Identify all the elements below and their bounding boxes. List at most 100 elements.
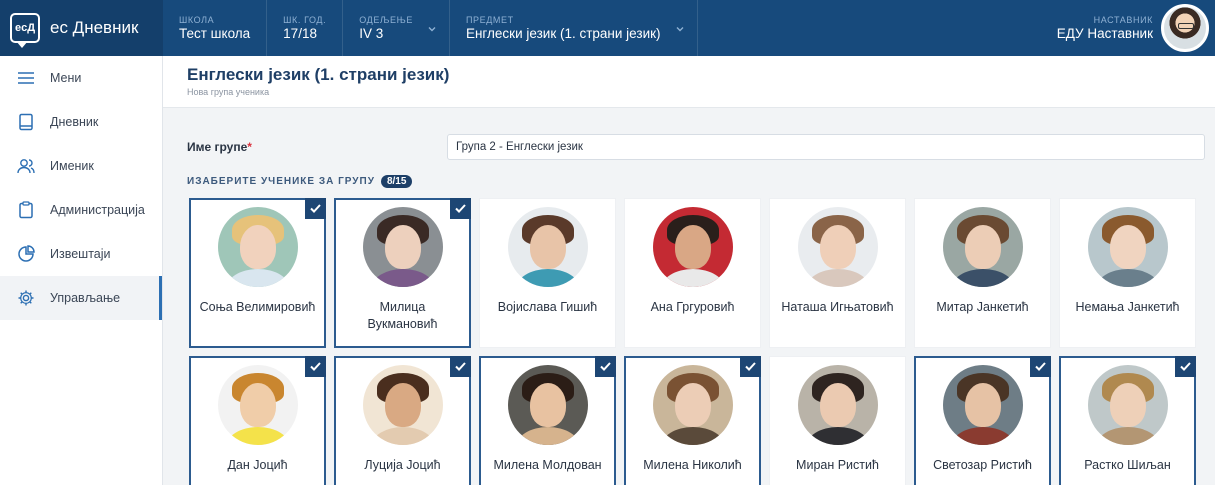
student-card[interactable]: Милена Молдован — [479, 356, 616, 485]
student-card[interactable]: Растко Шиљан — [1059, 356, 1196, 485]
photo-shoulders — [805, 427, 870, 445]
book-icon — [16, 112, 36, 132]
checkmark-icon — [450, 198, 471, 219]
app-name: ес Дневник — [50, 18, 139, 37]
student-card[interactable]: Дан Јоцић — [189, 356, 326, 485]
student-photo — [942, 207, 1023, 287]
school-year: ШК. ГОД. 17/18 — [267, 0, 344, 56]
clipboard-icon — [16, 200, 36, 220]
sidebar-item-management[interactable]: Управљање — [0, 276, 162, 320]
student-name: Немања Јанкетић — [1075, 300, 1180, 314]
subject-selector[interactable]: ПРЕДМЕТ Енглески језик (1. страни језик) — [450, 0, 698, 56]
top-bar: eсД ес Дневник ШКОЛА Тест школа ШК. ГОД.… — [0, 0, 1215, 56]
sidebar-item-reports[interactable]: Извештаји — [0, 232, 162, 276]
student-card[interactable]: Милена Николић — [624, 356, 761, 485]
sidebar-item-register[interactable]: Именик — [0, 144, 162, 188]
photo-face — [1109, 383, 1146, 427]
student-photo — [652, 207, 733, 287]
photo-face — [674, 383, 711, 427]
avatar[interactable] — [1161, 4, 1209, 52]
class-label: ОДЕЉЕЊЕ — [359, 15, 413, 25]
sidebar-item-menu[interactable]: Мени — [0, 56, 162, 100]
sidebar-item-diary[interactable]: Дневник — [0, 100, 162, 144]
student-card[interactable]: Милица Вукмановић — [334, 198, 471, 348]
student-card[interactable]: Наташа Игњатовић — [769, 198, 906, 348]
student-card[interactable]: Војислава Гишић — [479, 198, 616, 348]
photo-shoulders — [370, 427, 435, 445]
main-content: Енглески језик (1. страни језик) Нова гр… — [163, 56, 1215, 485]
student-photo — [507, 207, 588, 287]
photo-face — [964, 225, 1001, 269]
student-photo — [1087, 207, 1168, 287]
student-card[interactable]: Немања Јанкетић — [1059, 198, 1196, 348]
student-photo — [942, 365, 1023, 445]
teacher-menu[interactable]: НАСТАВНИК ЕДУ Наставник — [1057, 0, 1215, 56]
student-photo — [652, 365, 733, 445]
photo-shoulders — [950, 269, 1015, 287]
checkmark-icon — [305, 356, 326, 377]
page-header: Енглески језик (1. страни језик) Нова гр… — [163, 56, 1215, 108]
sidebar-item-label: Дневник — [50, 115, 99, 129]
selected-count-badge: 8/15 — [380, 175, 413, 188]
sidebar-item-label: Мени — [50, 71, 82, 85]
photo-face — [529, 383, 566, 427]
student-name: Луција Јоцић — [364, 458, 441, 472]
student-card[interactable]: Светозар Ристић — [914, 356, 1051, 485]
app-logo-icon: eсД — [10, 13, 40, 48]
student-card[interactable]: Ана Гргуровић — [624, 198, 761, 348]
group-name-input[interactable] — [447, 134, 1205, 160]
student-photo — [217, 365, 298, 445]
top-bar-spacer — [698, 0, 1057, 56]
gear-icon — [16, 288, 36, 308]
school-selector: ШКОЛА Тест школа — [163, 0, 268, 56]
photo-face — [384, 225, 421, 269]
student-name: Растко Шиљан — [1084, 458, 1171, 472]
sidebar-item-label: Администрација — [50, 203, 145, 217]
student-photo — [797, 365, 878, 445]
sidebar-item-label: Именик — [50, 159, 94, 173]
photo-shoulders — [370, 269, 435, 287]
student-grid: Соња Велимировић Милица Вукмановић Војисла… — [189, 198, 1196, 485]
sidebar-item-label: Управљање — [50, 291, 121, 305]
school-label: ШКОЛА — [179, 15, 215, 25]
checkmark-icon — [1175, 356, 1196, 377]
class-selector[interactable]: ОДЕЉЕЊЕ IV 3 — [343, 0, 450, 56]
photo-face — [674, 225, 711, 269]
page-subtitle: Нова група ученика — [187, 87, 270, 97]
class-value: IV 3 — [359, 26, 384, 41]
student-picker-label: ИЗАБЕРИТЕ УЧЕНИКЕ ЗА ГРУПУ — [187, 176, 375, 187]
student-name: Светозар Ристић — [933, 458, 1032, 472]
teacher-label: НАСТАВНИК — [1093, 15, 1153, 25]
group-name-label: Име групе* — [187, 140, 252, 154]
checkmark-icon — [595, 356, 616, 377]
student-card[interactable]: Луција Јоцић — [334, 356, 471, 485]
teacher-info: НАСТАВНИК ЕДУ Наставник — [1057, 15, 1153, 41]
school-year-label: ШК. ГОД. — [283, 15, 327, 25]
student-name: Војислава Гишић — [497, 300, 598, 314]
photo-face — [964, 383, 1001, 427]
photo-shoulders — [515, 269, 580, 287]
student-card[interactable]: Митар Јанкетић — [914, 198, 1051, 348]
pie-chart-icon — [16, 244, 36, 264]
sidebar-item-label: Извештаји — [50, 247, 111, 261]
sidebar-item-administration[interactable]: Администрација — [0, 188, 162, 232]
chevron-down-icon — [428, 27, 436, 32]
brand[interactable]: eсД ес Дневник — [0, 0, 163, 56]
photo-face — [1109, 225, 1146, 269]
checkmark-icon — [1030, 356, 1051, 377]
student-card[interactable]: Соња Велимировић — [189, 198, 326, 348]
student-photo — [362, 207, 443, 287]
photo-face — [529, 225, 566, 269]
people-icon — [16, 156, 36, 176]
photo-shoulders — [805, 269, 870, 287]
chevron-down-icon — [676, 27, 684, 32]
student-photo — [507, 365, 588, 445]
photo-shoulders — [660, 427, 725, 445]
student-photo — [797, 207, 878, 287]
menu-icon — [16, 68, 36, 88]
student-card[interactable]: Миран Ристић — [769, 356, 906, 485]
photo-shoulders — [225, 269, 290, 287]
photo-shoulders — [1095, 269, 1160, 287]
photo-shoulders — [660, 269, 725, 287]
student-name: Миран Ристић — [796, 458, 879, 472]
